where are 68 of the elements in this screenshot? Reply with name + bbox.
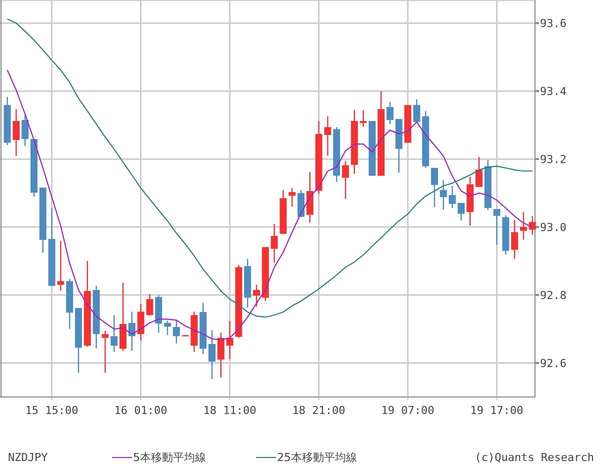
candlestick <box>253 284 260 307</box>
price-label: 93.6 <box>540 17 566 30</box>
price-label: 93.2 <box>540 153 566 166</box>
candlestick <box>4 96 11 146</box>
candlestick <box>422 111 430 168</box>
candlestick <box>333 127 340 182</box>
candlestick <box>466 176 474 226</box>
copyright-text: (c)Quants Research <box>474 451 594 464</box>
legend-label: 25本移動平均線 <box>277 450 357 465</box>
candlestick <box>182 335 189 336</box>
candlestick <box>511 220 518 259</box>
candlestick <box>395 118 402 173</box>
candlestick <box>502 215 510 255</box>
candlestick <box>431 168 438 207</box>
candlestick <box>350 110 358 174</box>
candlestick <box>280 190 287 234</box>
candlestick <box>208 330 216 379</box>
candlestick <box>476 157 482 187</box>
candlestick <box>22 115 29 146</box>
candlestick <box>360 110 367 127</box>
time-label: 19 07:00 <box>381 404 434 417</box>
time-label: 15 15:00 <box>25 404 78 417</box>
candlestick <box>66 279 74 330</box>
candlestick <box>520 212 527 240</box>
candlestick <box>342 161 349 199</box>
candlestick <box>39 188 46 253</box>
symbol-label: NZDJPY <box>8 451 49 464</box>
candlestick <box>413 99 420 122</box>
time-label: 18 21:00 <box>292 404 346 417</box>
candlestick <box>110 315 118 352</box>
candlestick <box>146 294 154 316</box>
legend-label: 5本移動平均線 <box>133 450 206 465</box>
candlestick <box>200 302 207 354</box>
candlestick <box>244 259 252 308</box>
candlestick <box>57 240 64 291</box>
candlestick <box>164 320 171 336</box>
candlestick <box>102 330 109 373</box>
candlestick <box>12 109 20 156</box>
price-label: 92.8 <box>540 289 566 302</box>
price-label: 92.6 <box>540 357 566 370</box>
candlestick <box>368 121 376 176</box>
candlestick <box>92 286 100 348</box>
candlestick <box>137 304 144 341</box>
candlestick <box>493 209 500 245</box>
candlestick <box>226 320 234 359</box>
candlestick <box>298 190 304 217</box>
price-label: 93.0 <box>540 221 566 234</box>
candlestick <box>270 224 278 263</box>
candlestick <box>190 312 198 352</box>
candlestick <box>128 312 136 351</box>
candlestick <box>386 102 394 124</box>
candlestick <box>324 116 332 156</box>
candlestick <box>306 172 314 223</box>
candlestick <box>458 202 465 221</box>
candlestick <box>440 180 447 210</box>
time-label: 19 17:00 <box>470 404 524 417</box>
candlestick <box>120 282 126 351</box>
candlestick <box>30 139 38 197</box>
candlestick <box>288 188 296 207</box>
candlestick <box>172 320 180 344</box>
price-label: 93.4 <box>540 85 566 98</box>
candlestick <box>448 186 456 208</box>
candlestick <box>217 332 224 378</box>
time-label: 18 11:00 <box>203 404 256 417</box>
candlestick <box>75 308 82 373</box>
candlestick <box>528 216 536 235</box>
time-label: 16 01:00 <box>114 404 168 417</box>
candlestick <box>155 295 162 333</box>
